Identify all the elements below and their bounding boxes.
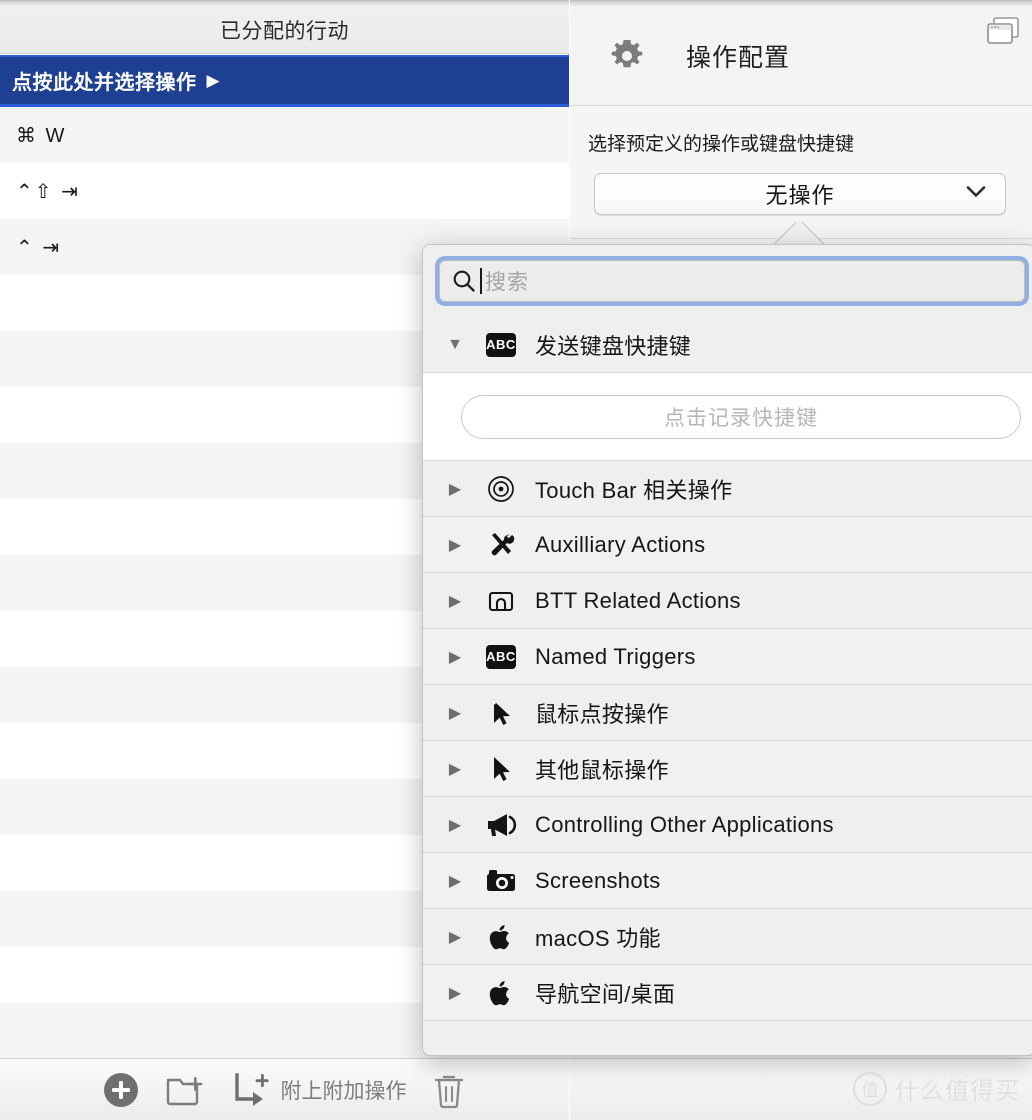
plus-circle-icon [103,1072,138,1107]
category-row-other-mouse-actions[interactable]: ▶ 其他鼠标操作 [423,741,1032,797]
action-row-label: ⌘ W [16,124,67,147]
chevron-right-icon[interactable]: ▶ [433,703,477,723]
right-toolbar [570,1058,1032,1120]
category-row-auxilliary-actions[interactable]: ▶ Auxilliary Actions [423,517,1032,573]
category-row-screenshots[interactable]: ▶ Screenshots [423,853,1032,909]
trash-icon [434,1075,463,1108]
category-row-mouse-click-actions[interactable]: ▶ 鼠标点按操作 [423,685,1032,741]
touchbar-target-icon [477,474,525,504]
play-triangle-icon: ▶ [206,71,220,90]
shortcut-recorder-row: 点击记录快捷键 [423,373,1032,461]
category-row-named-triggers[interactable]: ▶ ABC Named Triggers [423,629,1032,685]
category-row-touch-bar[interactable]: ▶ Touch Bar 相关操作 [423,461,1032,517]
popover-pointer [770,222,830,244]
apple-logo-icon [477,978,525,1008]
action-picker-popover: 搜索 ▼ ABC 发送键盘快捷键 点击记录快捷键 ▶ Touch Bar 相关操… [422,244,1032,1056]
abc-badge-icon: ABC [477,332,525,357]
chevron-right-icon[interactable]: ▶ [433,759,477,779]
shortcut-recorder-field[interactable]: 点击记录快捷键 [461,394,1021,439]
actions-toolbar: 附上附加操作 [0,1058,569,1120]
add-action-button[interactable] [101,1070,141,1110]
category-row-navigate-spaces-desktops[interactable]: ▶ 导航空间/桌面 [423,965,1032,1021]
search-icon [453,270,475,292]
predefined-action-value: 无操作 [765,183,835,208]
search-placeholder: 搜索 [485,271,529,294]
category-label: macOS 功能 [535,925,661,951]
chevron-right-icon[interactable]: ▶ [433,815,477,835]
delete-action-button[interactable] [429,1069,469,1111]
category-label: Named Triggers [535,643,696,669]
chevron-down-icon [965,185,987,204]
category-label: 导航空间/桌面 [535,981,676,1007]
attach-action-label: 附上附加操作 [280,1079,407,1103]
action-row-label: ⌃ ⇥ [16,236,62,259]
new-folder-button[interactable] [163,1070,207,1110]
category-row-macos-features[interactable]: ▶ macOS 功能 [423,909,1032,965]
chevron-right-icon[interactable]: ▶ [433,983,477,1003]
action-row[interactable]: ⌘ W [0,107,569,163]
category-label: 其他鼠标操作 [535,757,669,783]
action-row-selected[interactable]: 点按此处并选择操作 ▶ [0,55,569,107]
popover-search-bar: 搜索 [423,245,1032,317]
megaphone-icon [477,810,525,840]
action-row[interactable]: ⌃⇧ ⇥ [0,163,569,219]
tools-icon [477,530,525,560]
chevron-right-icon[interactable]: ▶ [433,479,477,499]
chevron-right-icon[interactable]: ▶ [433,927,477,947]
gear-icon [611,39,643,67]
action-configuration-title: 操作配置 [686,43,791,72]
cursor-arrow-icon [477,754,525,784]
app-window: 已分配的行动 点按此处并选择操作 ▶ ⌘ W ⌃⇧ ⇥ ⌃ ⇥ 附上附加操作 操… [0,0,1032,1120]
action-row-label: 点按此处并选择操作 [12,72,197,94]
category-row-send-keyboard-shortcut[interactable]: ▼ ABC 发送键盘快捷键 [423,317,1032,373]
attach-additional-action-button[interactable]: 附上附加操作 [229,1069,407,1111]
abc-badge-text: ABC [486,332,516,357]
category-label: Touch Bar 相关操作 [535,477,733,503]
chevron-down-icon[interactable]: ▼ [433,336,477,354]
search-input[interactable]: 搜索 [439,260,1025,302]
text-caret [480,268,482,294]
chevron-right-icon[interactable]: ▶ [433,591,477,611]
predefined-action-select[interactable]: 无操作 [594,173,1006,215]
assigned-actions-header: 已分配的行动 [0,6,569,54]
chevron-right-icon[interactable]: ▶ [433,647,477,667]
category-row-controlling-other-applications[interactable]: ▶ Controlling Other Applications [423,797,1032,853]
windows-stack-icon[interactable] [986,16,1020,51]
category-label: 鼠标点按操作 [535,701,669,727]
action-row-label: ⌃⇧ ⇥ [16,180,80,203]
category-label: BTT Related Actions [535,587,741,613]
abc-badge-icon: ABC [477,644,525,669]
category-label: Controlling Other Applications [535,811,834,837]
abc-badge-text: ABC [486,644,516,669]
shortcut-recorder-placeholder: 点击记录快捷键 [664,406,818,430]
btt-window-icon [477,586,525,616]
camera-icon [477,866,525,896]
predefined-action-label: 选择预定义的操作或键盘快捷键 [588,134,855,155]
category-label: 发送键盘快捷键 [535,333,692,359]
assigned-actions-title: 已分配的行动 [220,19,349,43]
category-label: Auxilliary Actions [535,531,706,557]
attach-action-icon [234,1072,269,1106]
action-category-list[interactable]: ▼ ABC 发送键盘快捷键 点击记录快捷键 ▶ Touch Bar 相关操作 ▶… [423,317,1032,1055]
action-configuration-header: 操作配置 [570,6,1032,106]
category-label: Screenshots [535,867,661,893]
chevron-right-icon[interactable]: ▶ [433,535,477,555]
cursor-arrow-icon [477,698,525,728]
apple-logo-icon [477,922,525,952]
chevron-right-icon[interactable]: ▶ [433,871,477,891]
folder-plus-icon [166,1076,202,1105]
category-row-btt-related-actions[interactable]: ▶ BTT Related Actions [423,573,1032,629]
